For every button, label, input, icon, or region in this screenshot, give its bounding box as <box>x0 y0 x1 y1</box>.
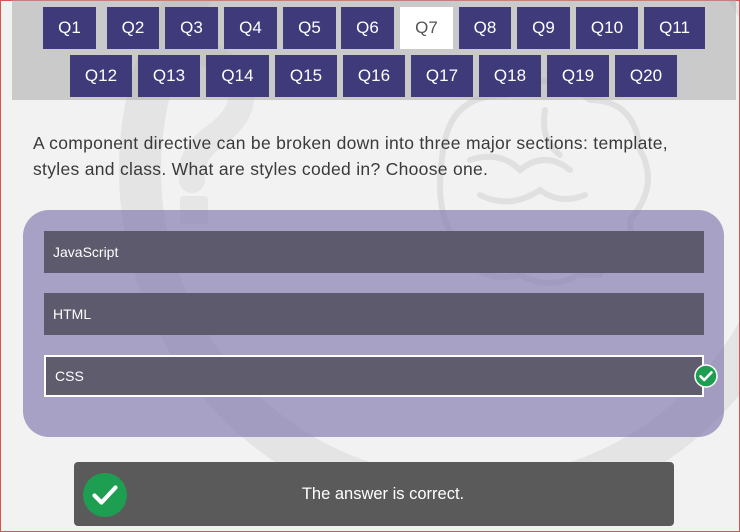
result-message: The answer is correct. <box>301 484 465 503</box>
question-button-10[interactable]: Q10 <box>576 7 638 49</box>
answer-option-html[interactable]: HTML <box>44 293 704 335</box>
result-banner: The answer is correct. <box>74 462 674 526</box>
question-button-14[interactable]: Q14 <box>206 55 269 97</box>
question-button-4[interactable]: Q4 <box>224 7 277 49</box>
question-button-15[interactable]: Q15 <box>275 55 337 97</box>
question-button-16[interactable]: Q16 <box>343 55 405 97</box>
question-button-13[interactable]: Q13 <box>138 55 200 97</box>
question-button-7-current[interactable]: Q7 <box>400 7 453 49</box>
question-button-8[interactable]: Q8 <box>459 7 511 49</box>
question-button-20[interactable]: Q20 <box>615 55 677 97</box>
question-button-6[interactable]: Q6 <box>341 7 394 49</box>
question-button-17[interactable]: Q17 <box>411 55 473 97</box>
answer-option-css-selected[interactable]: CSS <box>44 355 704 397</box>
question-button-1[interactable]: Q1 <box>43 7 96 49</box>
answer-option-javascript[interactable]: JavaScript <box>44 231 704 273</box>
question-button-5[interactable]: Q5 <box>283 7 336 49</box>
question-button-18[interactable]: Q18 <box>479 55 541 97</box>
question-button-12[interactable]: Q12 <box>70 55 132 97</box>
question-button-2[interactable]: Q2 <box>107 7 159 49</box>
question-text: A component directive can be broken down… <box>33 133 668 179</box>
question-button-3[interactable]: Q3 <box>165 7 218 49</box>
correct-check-icon <box>694 364 718 388</box>
question-button-19[interactable]: Q19 <box>547 55 609 97</box>
question-button-11[interactable]: Q11 <box>644 7 705 49</box>
question-button-9[interactable]: Q9 <box>517 7 570 49</box>
